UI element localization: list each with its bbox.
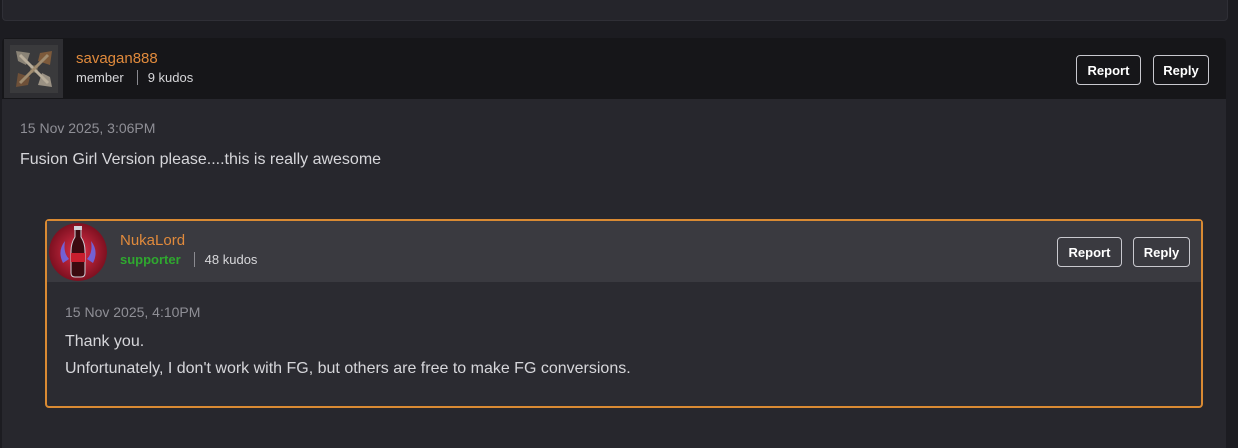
previous-comment-card bbox=[2, 0, 1228, 21]
user-role: supporter bbox=[120, 252, 181, 267]
reply-card: NukaLord supporter 48 kudos Report Reply… bbox=[45, 219, 1203, 408]
reply-reply-button[interactable]: Reply bbox=[1133, 237, 1190, 267]
comment-date: 15 Nov 2025, 3:06PM bbox=[20, 120, 156, 136]
reply-report-button[interactable]: Report bbox=[1057, 237, 1122, 267]
user-kudos: 9 kudos bbox=[147, 70, 194, 85]
user-role: member bbox=[76, 70, 124, 85]
comment-username[interactable]: savagan888 bbox=[76, 50, 158, 67]
nuka-cola-bottle-icon bbox=[49, 223, 107, 281]
comment-body: Fusion Girl Version please....this is re… bbox=[20, 151, 382, 168]
avatar[interactable] bbox=[4, 39, 63, 98]
reply-username[interactable]: NukaLord bbox=[120, 232, 185, 249]
report-button[interactable]: Report bbox=[1076, 55, 1141, 85]
reply-body-line-1: Thank you. bbox=[65, 333, 145, 350]
reply-header: NukaLord supporter 48 kudos Report Reply bbox=[47, 221, 1201, 282]
comment-meta: member 9 kudos bbox=[76, 70, 193, 85]
reply-avatar[interactable] bbox=[49, 223, 107, 281]
reply-meta: supporter 48 kudos bbox=[120, 252, 257, 267]
meta-divider bbox=[136, 70, 138, 85]
user-kudos: 48 kudos bbox=[204, 252, 258, 267]
comment-header: savagan888 member 9 kudos Report Reply bbox=[2, 38, 1226, 99]
broken-blocks-icon bbox=[9, 44, 58, 93]
meta-divider bbox=[193, 252, 195, 267]
reply-date: 15 Nov 2025, 4:10PM bbox=[65, 304, 201, 320]
reply-body-line-2: Unfortunately, I don't work with FG, but… bbox=[65, 360, 631, 377]
reply-button[interactable]: Reply bbox=[1153, 55, 1209, 85]
